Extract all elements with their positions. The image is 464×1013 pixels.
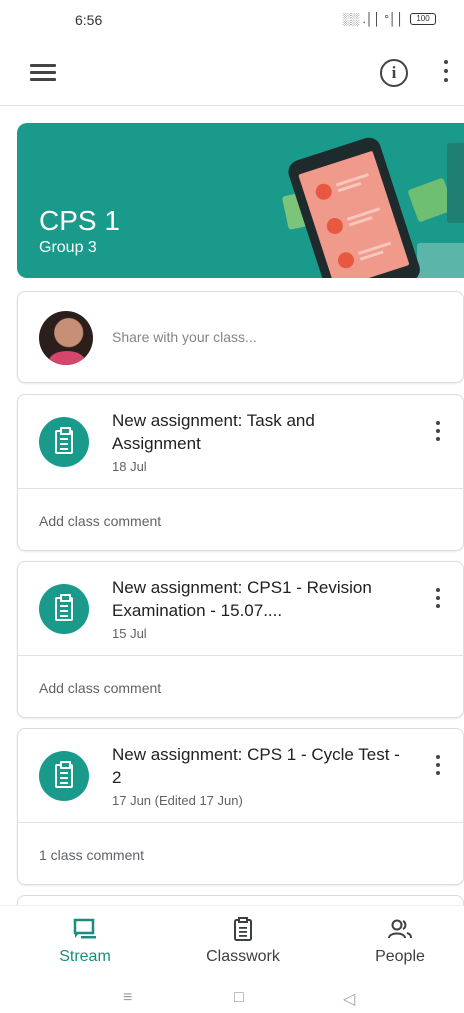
share-with-class-box[interactable]: Share with your class... (17, 291, 464, 383)
assignment-post: New assignment: Task and Assignment 18 J… (17, 394, 464, 551)
divider (18, 655, 463, 656)
post-more-icon[interactable] (432, 588, 444, 614)
post-date: 18 Jul (112, 459, 147, 474)
menu-icon[interactable] (30, 64, 56, 86)
post-date: 15 Jul (112, 626, 147, 641)
bottom-navigation: Stream Classwork People (0, 905, 464, 983)
avatar (39, 311, 93, 365)
back-icon[interactable]: ◁ (343, 989, 355, 1009)
class-title: CPS 1 (39, 205, 120, 236)
tab-classwork-label: Classwork (206, 948, 280, 965)
add-class-comment[interactable]: Add class comment (39, 680, 161, 696)
more-options-icon[interactable] (440, 60, 452, 88)
post-title: New assignment: Task and Assignment (112, 411, 315, 453)
tab-classwork[interactable]: Classwork (183, 916, 303, 966)
people-icon (388, 919, 412, 939)
status-icons: ░░ .││ °││ 100 (342, 12, 436, 26)
assignment-post: New assignment: CPS1 - Revision Examinat… (17, 561, 464, 718)
signal-icon: ░░ .││ °││ (342, 12, 404, 26)
app-bar: i (0, 44, 464, 106)
class-banner[interactable]: CPS 1 Group 3 (17, 123, 464, 278)
post-date: 17 Jun (Edited 17 Jun) (112, 793, 243, 808)
status-bar: 6:56 ░░ .││ °││ 100 (0, 0, 464, 44)
assignment-post-header[interactable]: New assignment: CPS1 - Revision Examinat… (18, 562, 463, 655)
share-placeholder: Share with your class... (112, 329, 257, 345)
post-more-icon[interactable] (432, 755, 444, 781)
divider (18, 822, 463, 823)
assignment-icon (39, 751, 89, 801)
assignment-post: New assignment: CPS 1 - Cycle Test - 2 1… (17, 728, 464, 885)
tab-people[interactable]: People (340, 916, 460, 966)
assignment-post-header[interactable]: New assignment: CPS 1 - Cycle Test - 2 1… (18, 729, 463, 822)
class-section: Group 3 (39, 239, 97, 256)
add-class-comment[interactable]: Add class comment (39, 513, 161, 529)
tab-stream[interactable]: Stream (25, 916, 145, 966)
classwork-icon (234, 917, 252, 941)
stream-icon (73, 918, 96, 939)
info-icon[interactable]: i (380, 59, 408, 87)
post-title: New assignment: CPS 1 - Cycle Test - 2 (112, 745, 400, 787)
recent-apps-icon[interactable]: ≡ (123, 989, 132, 1007)
tab-stream-label: Stream (59, 948, 111, 965)
divider (18, 488, 463, 489)
system-navigation: ≡ □ ◁ (0, 983, 464, 1013)
assignment-icon (39, 417, 89, 467)
post-title: New assignment: CPS1 - Revision Examinat… (112, 578, 372, 620)
home-icon[interactable]: □ (234, 989, 244, 1007)
post-more-icon[interactable] (432, 421, 444, 447)
battery-icon: 100 (410, 13, 436, 25)
tab-people-label: People (375, 948, 425, 965)
class-comments-link[interactable]: 1 class comment (39, 847, 144, 863)
assignment-icon (39, 584, 89, 634)
assignment-post-header[interactable]: New assignment: Task and Assignment 18 J… (18, 395, 463, 488)
status-time: 6:56 (75, 12, 103, 28)
